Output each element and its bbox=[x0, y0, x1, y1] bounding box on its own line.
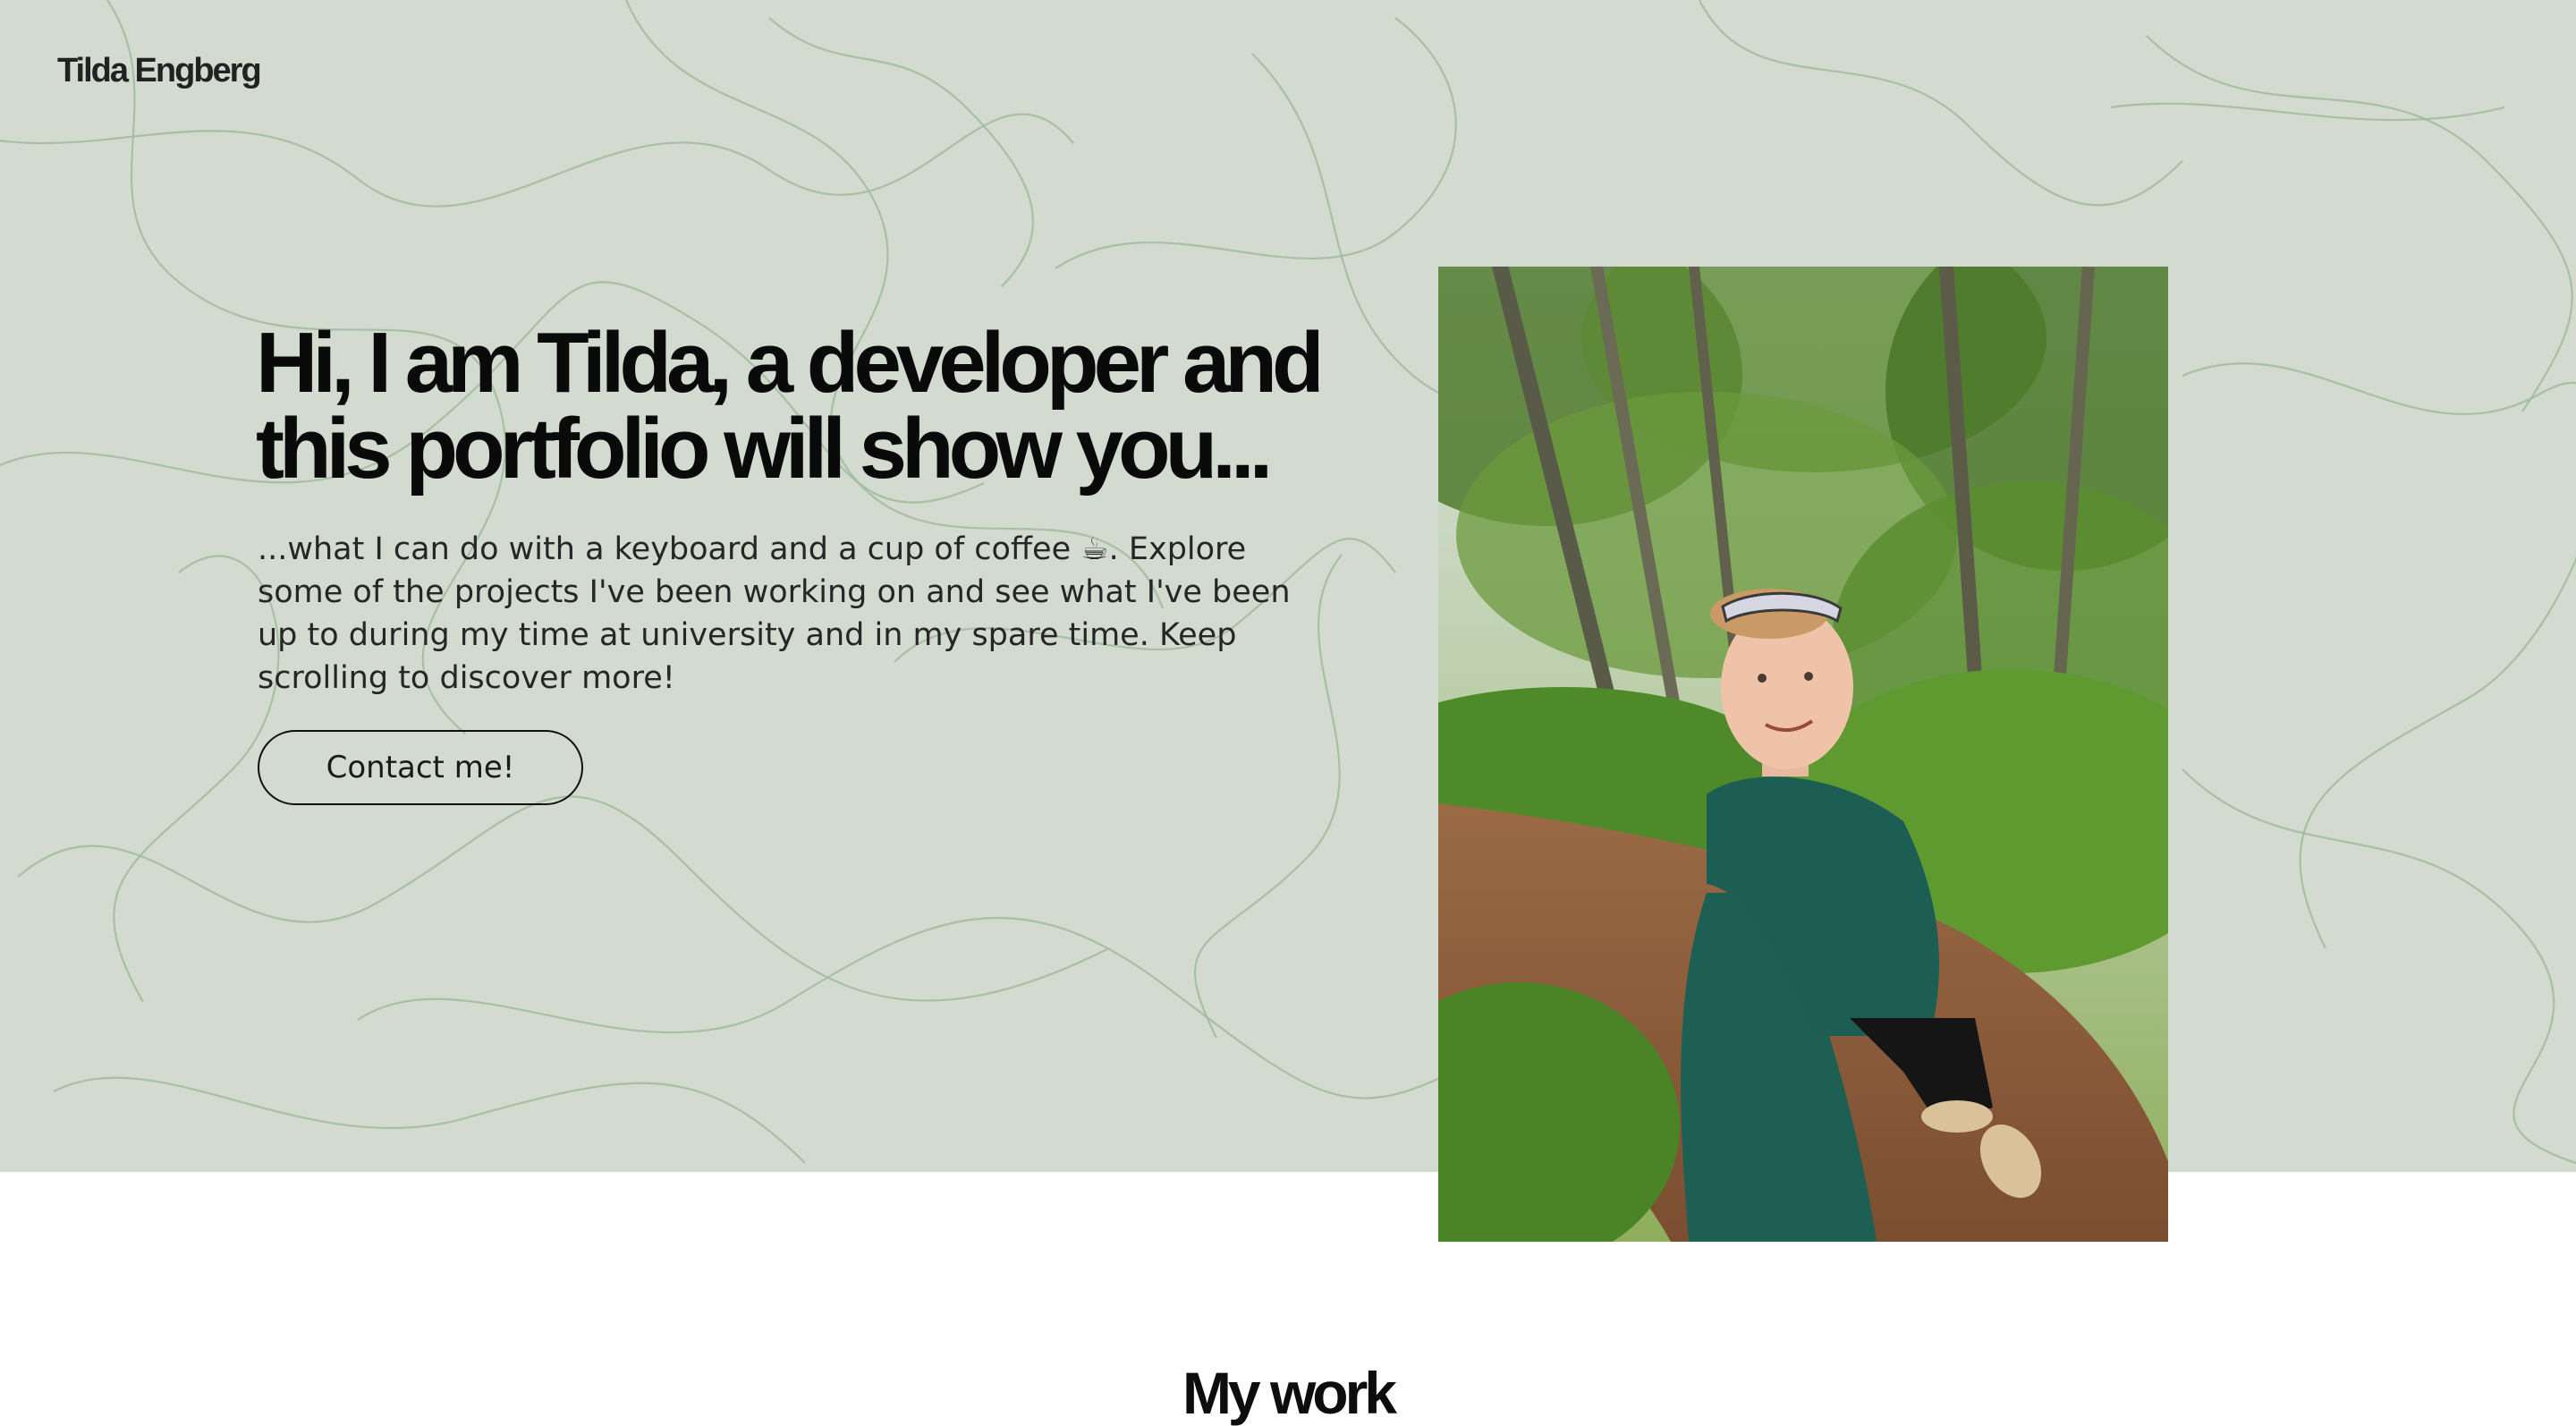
portrait-photo-icon bbox=[1438, 267, 2168, 1242]
portrait-photo bbox=[1438, 267, 2168, 1242]
hero-description: ...what I can do with a keyboard and a c… bbox=[258, 531, 1291, 696]
site-logo[interactable]: Tilda Engberg bbox=[57, 52, 262, 90]
my-work-heading: My work bbox=[1182, 1360, 1397, 1426]
hero-section: Tilda Engberg Hi, I am Tilda, a develope… bbox=[0, 0, 2576, 1172]
contact-button[interactable]: Contact me! bbox=[258, 730, 583, 805]
hero-heading: Hi, I am Tilda, a developer and this por… bbox=[256, 315, 1325, 497]
